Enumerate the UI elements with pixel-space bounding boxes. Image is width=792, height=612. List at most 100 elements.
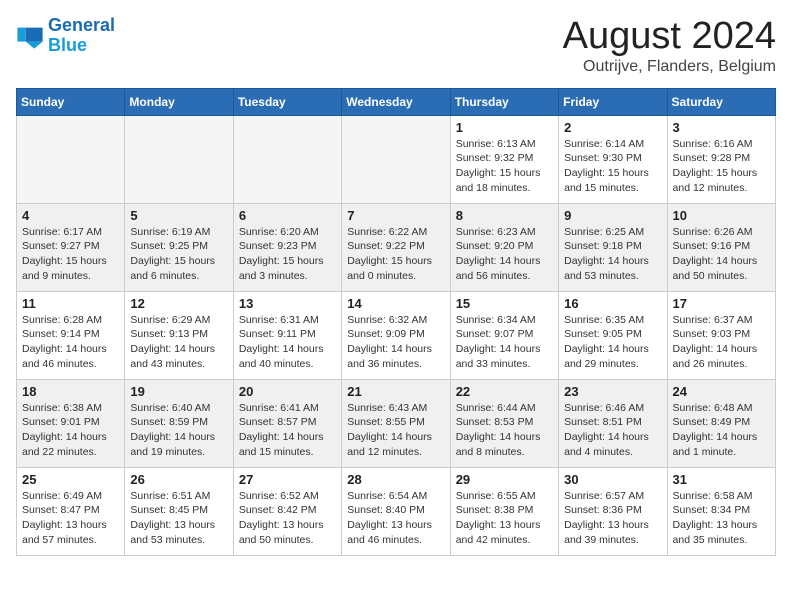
day-info: Sunrise: 6:49 AM Sunset: 8:47 PM Dayligh… xyxy=(22,489,119,548)
day-number: 20 xyxy=(239,384,336,399)
day-info: Sunrise: 6:38 AM Sunset: 9:01 PM Dayligh… xyxy=(22,401,119,460)
day-number: 2 xyxy=(564,120,661,135)
day-number: 31 xyxy=(673,472,770,487)
day-info: Sunrise: 6:34 AM Sunset: 9:07 PM Dayligh… xyxy=(456,313,553,372)
day-number: 4 xyxy=(22,208,119,223)
calendar-cell: 24 Sunrise: 6:48 AM Sunset: 8:49 PM Dayli… xyxy=(667,379,775,467)
day-info: Sunrise: 6:51 AM Sunset: 8:45 PM Dayligh… xyxy=(130,489,227,548)
day-number: 16 xyxy=(564,296,661,311)
day-number: 7 xyxy=(347,208,444,223)
day-info: Sunrise: 6:26 AM Sunset: 9:16 PM Dayligh… xyxy=(673,225,770,284)
calendar-cell: 27 Sunrise: 6:52 AM Sunset: 8:42 PM Dayli… xyxy=(233,467,341,555)
calendar-cell: 10 Sunrise: 6:26 AM Sunset: 9:16 PM Dayli… xyxy=(667,203,775,291)
day-number: 5 xyxy=(130,208,227,223)
calendar-week-row: 1 Sunrise: 6:13 AM Sunset: 9:32 PM Daylig… xyxy=(17,115,776,203)
day-number: 10 xyxy=(673,208,770,223)
day-info: Sunrise: 6:29 AM Sunset: 9:13 PM Dayligh… xyxy=(130,313,227,372)
calendar-cell: 29Sunrise: 6:55 AM Sunset: 8:38 PM Dayli… xyxy=(450,467,558,555)
calendar-cell: 21Sunrise: 6:43 AM Sunset: 8:55 PM Dayli… xyxy=(342,379,450,467)
calendar-cell: 26 Sunrise: 6:51 AM Sunset: 8:45 PM Dayli… xyxy=(125,467,233,555)
day-info: Sunrise: 6:37 AM Sunset: 9:03 PM Dayligh… xyxy=(673,313,770,372)
day-info: Sunrise: 6:22 AM Sunset: 9:22 PM Dayligh… xyxy=(347,225,444,284)
day-info: Sunrise: 6:52 AM Sunset: 8:42 PM Dayligh… xyxy=(239,489,336,548)
calendar-cell: 4 Sunrise: 6:17 AM Sunset: 9:27 PM Daylig… xyxy=(17,203,125,291)
weekday-header: Saturday xyxy=(667,88,775,115)
day-info: Sunrise: 6:31 AM Sunset: 9:11 PM Dayligh… xyxy=(239,313,336,372)
calendar-cell: 20 Sunrise: 6:41 AM Sunset: 8:57 PM Dayli… xyxy=(233,379,341,467)
weekday-header: Wednesday xyxy=(342,88,450,115)
calendar-cell xyxy=(17,115,125,203)
calendar-cell: 14 Sunrise: 6:32 AM Sunset: 9:09 PM Dayli… xyxy=(342,291,450,379)
calendar-cell: 18Sunrise: 6:38 AM Sunset: 9:01 PM Dayli… xyxy=(17,379,125,467)
logo-line2: Blue xyxy=(48,35,87,55)
weekday-header: Monday xyxy=(125,88,233,115)
day-number: 14 xyxy=(347,296,444,311)
calendar-cell: 6 Sunrise: 6:20 AM Sunset: 9:23 PM Daylig… xyxy=(233,203,341,291)
logo: General Blue xyxy=(16,16,115,56)
day-number: 30 xyxy=(564,472,661,487)
calendar-cell xyxy=(125,115,233,203)
day-number: 24 xyxy=(673,384,770,399)
day-info: Sunrise: 6:23 AM Sunset: 9:20 PM Dayligh… xyxy=(456,225,553,284)
calendar-cell: 25 Sunrise: 6:49 AM Sunset: 8:47 PM Dayli… xyxy=(17,467,125,555)
weekday-header: Thursday xyxy=(450,88,558,115)
day-info: Sunrise: 6:44 AM Sunset: 8:53 PM Dayligh… xyxy=(456,401,553,460)
day-number: 6 xyxy=(239,208,336,223)
day-number: 25 xyxy=(22,472,119,487)
calendar-cell: 16 Sunrise: 6:35 AM Sunset: 9:05 PM Dayli… xyxy=(559,291,667,379)
day-info: Sunrise: 6:46 AM Sunset: 8:51 PM Dayligh… xyxy=(564,401,661,460)
weekday-header: Friday xyxy=(559,88,667,115)
day-number: 26 xyxy=(130,472,227,487)
weekday-header: Sunday xyxy=(17,88,125,115)
weekday-header-row: SundayMondayTuesdayWednesdayThursdayFrid… xyxy=(17,88,776,115)
day-info: Sunrise: 6:57 AM Sunset: 8:36 PM Dayligh… xyxy=(564,489,661,548)
day-number: 19 xyxy=(130,384,227,399)
day-info: Sunrise: 6:35 AM Sunset: 9:05 PM Dayligh… xyxy=(564,313,661,372)
logo-text: General Blue xyxy=(48,16,115,56)
calendar-cell: 7 Sunrise: 6:22 AM Sunset: 9:22 PM Daylig… xyxy=(342,203,450,291)
calendar-cell: 31 Sunrise: 6:58 AM Sunset: 8:34 PM Dayli… xyxy=(667,467,775,555)
day-info: Sunrise: 6:17 AM Sunset: 9:27 PM Dayligh… xyxy=(22,225,119,284)
calendar-cell: 5 Sunrise: 6:19 AM Sunset: 9:25 PM Daylig… xyxy=(125,203,233,291)
calendar-cell: 1 Sunrise: 6:13 AM Sunset: 9:32 PM Daylig… xyxy=(450,115,558,203)
calendar-week-row: 11Sunrise: 6:28 AM Sunset: 9:14 PM Dayli… xyxy=(17,291,776,379)
day-number: 12 xyxy=(130,296,227,311)
day-number: 28 xyxy=(347,472,444,487)
day-number: 21 xyxy=(347,384,444,399)
calendar-week-row: 4 Sunrise: 6:17 AM Sunset: 9:27 PM Daylig… xyxy=(17,203,776,291)
day-info: Sunrise: 6:48 AM Sunset: 8:49 PM Dayligh… xyxy=(673,401,770,460)
calendar-cell: 17 Sunrise: 6:37 AM Sunset: 9:03 PM Dayli… xyxy=(667,291,775,379)
day-info: Sunrise: 6:25 AM Sunset: 9:18 PM Dayligh… xyxy=(564,225,661,284)
day-info: Sunrise: 6:20 AM Sunset: 9:23 PM Dayligh… xyxy=(239,225,336,284)
day-info: Sunrise: 6:28 AM Sunset: 9:14 PM Dayligh… xyxy=(22,313,119,372)
month-title: August 2024 xyxy=(563,16,776,58)
day-number: 29 xyxy=(456,472,553,487)
day-number: 9 xyxy=(564,208,661,223)
day-info: Sunrise: 6:58 AM Sunset: 8:34 PM Dayligh… xyxy=(673,489,770,548)
calendar-cell: 2 Sunrise: 6:14 AM Sunset: 9:30 PM Daylig… xyxy=(559,115,667,203)
page-header: General Blue August 2024 Outrijve, Fland… xyxy=(16,16,776,76)
day-info: Sunrise: 6:14 AM Sunset: 9:30 PM Dayligh… xyxy=(564,137,661,196)
day-number: 13 xyxy=(239,296,336,311)
calendar-cell: 8 Sunrise: 6:23 AM Sunset: 9:20 PM Daylig… xyxy=(450,203,558,291)
calendar-cell: 3Sunrise: 6:16 AM Sunset: 9:28 PM Daylig… xyxy=(667,115,775,203)
day-info: Sunrise: 6:40 AM Sunset: 8:59 PM Dayligh… xyxy=(130,401,227,460)
calendar-cell: 22Sunrise: 6:44 AM Sunset: 8:53 PM Dayli… xyxy=(450,379,558,467)
day-info: Sunrise: 6:19 AM Sunset: 9:25 PM Dayligh… xyxy=(130,225,227,284)
day-number: 8 xyxy=(456,208,553,223)
day-number: 1 xyxy=(456,120,553,135)
day-info: Sunrise: 6:41 AM Sunset: 8:57 PM Dayligh… xyxy=(239,401,336,460)
day-info: Sunrise: 6:54 AM Sunset: 8:40 PM Dayligh… xyxy=(347,489,444,548)
day-number: 17 xyxy=(673,296,770,311)
location: Outrijve, Flanders, Belgium xyxy=(563,58,776,76)
day-info: Sunrise: 6:32 AM Sunset: 9:09 PM Dayligh… xyxy=(347,313,444,372)
day-number: 27 xyxy=(239,472,336,487)
day-number: 3 xyxy=(673,120,770,135)
calendar-cell: 15Sunrise: 6:34 AM Sunset: 9:07 PM Dayli… xyxy=(450,291,558,379)
calendar-cell xyxy=(342,115,450,203)
calendar-week-row: 18Sunrise: 6:38 AM Sunset: 9:01 PM Dayli… xyxy=(17,379,776,467)
calendar-table: SundayMondayTuesdayWednesdayThursdayFrid… xyxy=(16,88,776,556)
calendar-week-row: 25 Sunrise: 6:49 AM Sunset: 8:47 PM Dayli… xyxy=(17,467,776,555)
title-block: August 2024 Outrijve, Flanders, Belgium xyxy=(563,16,776,76)
day-info: Sunrise: 6:13 AM Sunset: 9:32 PM Dayligh… xyxy=(456,137,553,196)
